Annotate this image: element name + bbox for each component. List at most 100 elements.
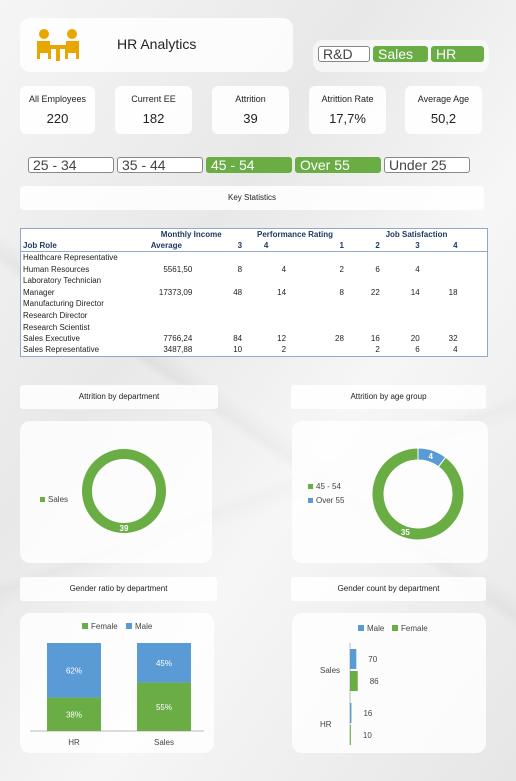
table-cell-s2: 22 bbox=[370, 287, 380, 297]
legend-label: Female bbox=[91, 622, 118, 631]
table-cell-s2: 6 bbox=[375, 264, 380, 274]
table-cell-p3 bbox=[194, 310, 244, 322]
header-job-satisfaction: Job Satisfaction bbox=[385, 230, 448, 240]
table-cell-avg bbox=[138, 310, 194, 322]
category-label: Sales bbox=[320, 666, 340, 675]
table-cell-s2 bbox=[346, 310, 382, 322]
slicer-age-45-54[interactable]: 45 - 54 bbox=[206, 157, 292, 173]
table-cell-p3: 10 bbox=[233, 345, 243, 355]
table-cell-s1: 28 bbox=[335, 334, 344, 344]
data-label: 16 bbox=[363, 709, 372, 718]
table-cell-avg: 5561,50 bbox=[163, 264, 193, 274]
table-cell-pad bbox=[460, 333, 488, 345]
header-perf-4: 4 bbox=[244, 240, 289, 253]
table-cell-pad bbox=[460, 298, 488, 310]
data-label: 70 bbox=[368, 655, 377, 664]
table-row: Sales Representative 3487,88 10 2 2 6 4 bbox=[21, 344, 488, 356]
table-cell-s2: 16 bbox=[370, 334, 380, 344]
table-row: Manager 17373,09 48 14 8 22 14 18 bbox=[21, 286, 488, 298]
attrition-age-title: Attrition by age group bbox=[291, 385, 486, 409]
table-cell-p4 bbox=[244, 310, 288, 322]
kpi-value: 50,2 bbox=[430, 111, 457, 126]
category-label: HR bbox=[320, 720, 332, 729]
header-perf-3: 3 bbox=[194, 240, 245, 253]
gender-count-panel: Male Female 70 86 Sales 16 10 HR bbox=[292, 613, 486, 753]
table-cell-avg: 3487,88 bbox=[163, 345, 193, 355]
header-performance-rating: Performance Rating bbox=[257, 230, 334, 240]
table-row: Laboratory Technician bbox=[21, 275, 488, 287]
table-cell-p3 bbox=[194, 252, 244, 264]
table-cell-s4 bbox=[422, 263, 460, 275]
table-cell-role: Research Director bbox=[23, 310, 88, 320]
table-cell-role: Sales Representative bbox=[23, 345, 100, 355]
data-label: 55% bbox=[156, 703, 172, 712]
table-cell-p3: 8 bbox=[237, 264, 243, 274]
kpi-label: Current EE bbox=[131, 94, 176, 104]
category-label: HR bbox=[68, 738, 80, 747]
header-job-role: Job Role bbox=[20, 240, 139, 253]
table-cell-role: Research Scientist bbox=[23, 322, 90, 332]
gender-count-title: Gender count by department bbox=[291, 577, 486, 601]
data-label: 86 bbox=[370, 677, 379, 686]
table-row: Research Scientist bbox=[21, 321, 488, 333]
data-label: 39 bbox=[120, 524, 129, 533]
gender-ratio-panel: Female Male 38% 62% HR 55% 45% Sales bbox=[20, 613, 214, 753]
table-cell-s1 bbox=[288, 252, 346, 264]
header-sat-2: 2 bbox=[345, 240, 382, 253]
header-panel: HR Analytics bbox=[20, 18, 293, 72]
kpi-value: 17,7% bbox=[329, 111, 366, 126]
legend-label: 45 - 54 bbox=[316, 482, 341, 491]
slicer-age-under-25[interactable]: Under 25 bbox=[384, 157, 470, 173]
table-cell-s1: 2 bbox=[339, 264, 344, 274]
table-cell-s4: 32 bbox=[448, 334, 458, 344]
table-cell-s3 bbox=[382, 275, 422, 287]
table-cell-p4: 14 bbox=[277, 287, 287, 297]
table-header-columns: Job Role Average 3 4 1 2 3 4 bbox=[20, 240, 488, 253]
table-cell-role: Sales Executive bbox=[23, 334, 80, 344]
slicer-age-25-34[interactable]: 25 - 34 bbox=[28, 157, 114, 173]
table-cell-pad bbox=[460, 275, 488, 287]
donut-slice bbox=[82, 449, 166, 533]
legend-label: Sales bbox=[48, 495, 68, 504]
gender-ratio-chart: Female Male 38% 62% HR 55% 45% Sales bbox=[30, 622, 204, 747]
table-cell-p4: 12 bbox=[277, 334, 287, 344]
legend-label: Female bbox=[401, 624, 428, 633]
slicer-age-over-55[interactable]: Over 55 bbox=[295, 157, 381, 173]
kpi-average-age: Average Age 50,2 bbox=[405, 86, 482, 134]
table-cell-role: Healthcare Representative bbox=[23, 253, 118, 263]
header-sat-3: 3 bbox=[381, 240, 422, 253]
table-cell-pad bbox=[460, 344, 488, 356]
table-cell-p3: 84 bbox=[233, 334, 243, 344]
table-cell-s3: 20 bbox=[410, 334, 420, 344]
table-cell-s1: 8 bbox=[339, 287, 344, 297]
kpi-label: All Employees bbox=[28, 94, 87, 104]
slicer-age-35-44[interactable]: 35 - 44 bbox=[117, 157, 203, 173]
slicer-sales[interactable]: Sales bbox=[373, 46, 428, 62]
kpi-value: 182 bbox=[142, 111, 165, 126]
table-cell-p4 bbox=[244, 321, 288, 333]
data-label: 4 bbox=[428, 452, 433, 461]
table-cell-p4 bbox=[244, 252, 288, 264]
attrition-department-title: Attrition by department bbox=[20, 385, 218, 409]
table-cell-role: Manufacturing Director bbox=[23, 299, 104, 309]
data-label: 35 bbox=[401, 528, 410, 537]
bar-male bbox=[350, 649, 357, 669]
table-cell-avg: 7766,24 bbox=[163, 334, 193, 344]
attrition-department-panel: 39 Sales bbox=[20, 421, 212, 563]
data-label: 62% bbox=[66, 666, 82, 675]
slicer-rd[interactable]: R&D bbox=[318, 46, 370, 62]
table-cell-p4: 2 bbox=[281, 345, 287, 355]
legend-label: Male bbox=[135, 622, 153, 631]
bar-female bbox=[350, 671, 358, 691]
table-body: Healthcare Representative Human Resources… bbox=[21, 252, 488, 356]
table-row: Healthcare Representative bbox=[21, 252, 488, 264]
table-cell-s3 bbox=[382, 252, 422, 264]
bar-female bbox=[350, 725, 351, 745]
table-cell-pad bbox=[460, 321, 488, 333]
gender-count-chart: Male Female 70 86 Sales 16 10 HR bbox=[320, 624, 428, 745]
table-cell-s1 bbox=[288, 275, 346, 287]
key-statistics-title: Key Statistics bbox=[20, 186, 484, 210]
header-sat-1: 1 bbox=[288, 240, 346, 253]
slicer-hr[interactable]: HR bbox=[431, 46, 484, 62]
table-cell-avg bbox=[138, 298, 194, 310]
